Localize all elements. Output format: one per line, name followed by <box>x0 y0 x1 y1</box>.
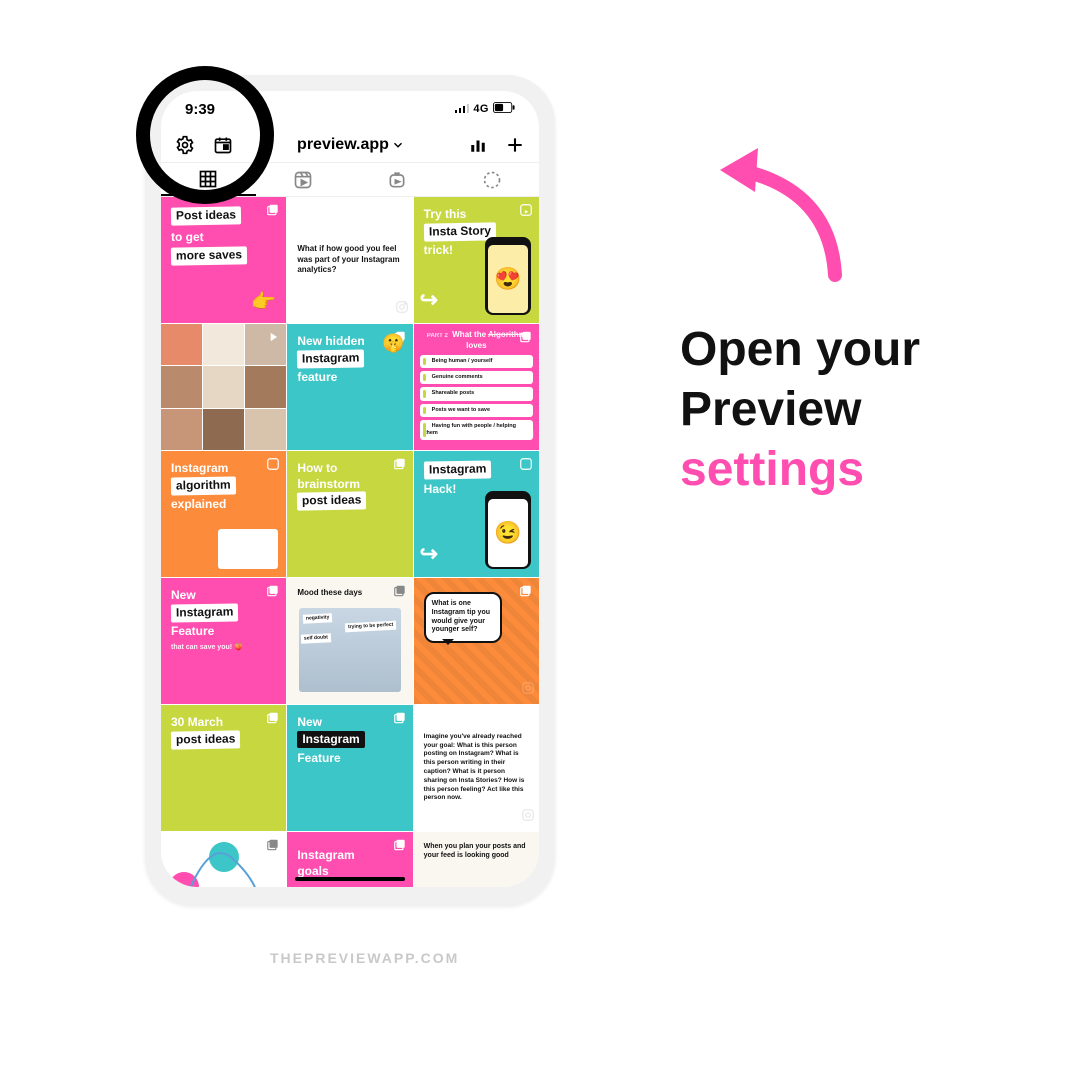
grid-tile[interactable]: 30 March post ideas <box>161 705 286 831</box>
grid-tile[interactable]: Try this Insta Story trick! 😍 ↪ <box>414 197 539 323</box>
grid-tile[interactable]: New Instagram Feature that can save you!… <box>161 578 286 704</box>
reel-icon <box>266 330 280 344</box>
phone-illustration: 😍 <box>485 237 531 315</box>
grid-tile[interactable] <box>161 324 286 450</box>
grid-tile[interactable]: 🤫 New hidden Instagram feature <box>287 324 412 450</box>
instruction-caption: Open your Preview settings <box>680 320 1040 500</box>
instagram-icon <box>521 681 535 700</box>
grid-tile[interactable]: New Instagram Feature <box>287 705 412 831</box>
analytics-icon[interactable] <box>469 136 487 154</box>
grid-tile[interactable]: Imagine you've already reached your goal… <box>414 705 539 831</box>
grid-tile[interactable]: PART 2 What the Algorithm loves Being hu… <box>414 324 539 450</box>
instagram-icon <box>521 808 535 827</box>
grid-tile[interactable]: Instagram Hack! 😉 ↪ <box>414 451 539 577</box>
tab-igtv[interactable] <box>350 163 445 196</box>
reel-icon <box>266 457 280 471</box>
highlight-circle <box>136 66 274 204</box>
instagram-icon <box>521 427 535 446</box>
reel-icon <box>519 457 533 471</box>
grid-tile[interactable]: What is one Instagram tip you would give… <box>414 578 539 704</box>
grid-tile[interactable]: What if how good you feel was part of yo… <box>287 197 412 323</box>
speech-bubble: What is one Instagram tip you would give… <box>424 592 502 643</box>
reel-icon <box>519 203 533 217</box>
carousel-icon <box>266 584 280 598</box>
arrow-annotation <box>700 130 860 295</box>
grid-tile[interactable]: When you plan your posts and your feed i… <box>414 832 539 887</box>
grid-tile[interactable]: Instagram algorithm explained <box>161 451 286 577</box>
account-selector[interactable]: preview.app <box>297 136 405 154</box>
feed-grid[interactable]: Post ideas to get more saves 👉 What if h… <box>161 197 539 887</box>
phone-illustration: 😉 <box>485 491 531 569</box>
account-name: preview.app <box>297 136 389 154</box>
status-right: 4G <box>455 102 515 116</box>
grid-tile[interactable] <box>161 832 286 887</box>
tab-reels[interactable] <box>256 163 351 196</box>
instagram-icon <box>395 300 409 319</box>
carousel-icon <box>393 584 407 598</box>
photo-placeholder: negativity self doubt trying to be perfe… <box>299 608 400 692</box>
carousel-icon <box>519 584 533 598</box>
status-network: 4G <box>473 103 489 115</box>
grid-tile[interactable]: Post ideas to get more saves 👉 <box>161 197 286 323</box>
grid-tile[interactable]: How to brainstorm post ideas <box>287 451 412 577</box>
chevron-down-icon <box>391 138 405 152</box>
carousel-icon <box>266 711 280 725</box>
watermark: THEPREVIEWAPP.COM <box>270 950 459 966</box>
battery-icon <box>493 102 515 116</box>
home-indicator <box>295 877 405 881</box>
carousel-icon <box>266 203 280 217</box>
grid-tile[interactable]: Mood these days negativity self doubt tr… <box>287 578 412 704</box>
carousel-icon <box>393 457 407 471</box>
tab-stories[interactable] <box>445 163 540 196</box>
carousel-icon <box>393 711 407 725</box>
carousel-icon <box>393 838 407 852</box>
phone-screen: 9:39 4G preview.app <box>161 91 539 887</box>
diagram-illustration <box>161 832 286 887</box>
add-icon[interactable] <box>505 135 525 155</box>
signal-icon <box>455 103 469 116</box>
